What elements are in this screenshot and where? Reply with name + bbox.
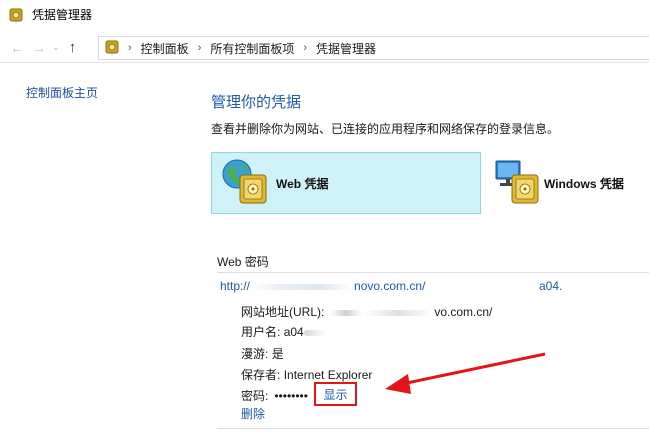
web-passwords-heading: Web 密码 [217,255,269,269]
breadcrumb-all-items[interactable]: 所有控制面板项 [210,40,294,57]
breadcrumb-separator-icon: › [128,42,132,54]
up-arrow-icon[interactable]: ↑ [62,37,84,59]
windows-credentials-label: Windows 凭据 [544,176,624,191]
page-title: 管理你的凭据 [211,94,302,111]
username-row: 用户名: a04 [241,323,326,340]
saved-by-label: 保存者: [241,368,281,382]
show-password-link[interactable]: 显示 [314,382,357,406]
forward-arrow-icon[interactable]: → [28,37,50,59]
redacted-url-part [252,283,353,290]
credential-entry-header[interactable]: http:// novo.com.cn/ [220,279,425,293]
control-panel-icon [105,40,119,57]
username-value: a04 [283,325,304,339]
password-label: 密码: [241,389,269,403]
roaming-row: 漫游: 是 [241,345,284,362]
site-url-label: 网站地址(URL): [241,305,325,319]
redacted-site-part [330,309,363,316]
redacted-site-part-2 [364,309,433,316]
redacted-username-part [303,329,326,336]
web-credentials-tile[interactable]: Web 凭据 [211,152,481,214]
saved-by-row: 保存者: Internet Explorer [241,366,372,383]
entry-user-short: a04. [539,279,563,293]
section-divider-bottom [217,428,649,429]
roaming-value: 是 [271,347,284,361]
windows-credentials-tile[interactable]: Windows 凭据 [490,152,649,214]
breadcrumb-separator-icon: › [197,42,202,54]
saved-by-value: Internet Explorer [283,368,373,382]
windows-credentials-icon [494,157,542,210]
password-value: •••••••• [274,389,308,403]
site-url-row: 网站地址(URL): vo.com.cn/ [241,303,492,320]
entry-url-suffix: novo.com.cn/ [354,279,426,293]
delete-credential-link[interactable]: 删除 [241,405,265,422]
page-description: 查看并删除你为网站、已连接的应用程序和网络保存的登录信息。 [211,122,560,136]
web-credentials-icon [220,157,270,210]
breadcrumb-control-panel[interactable]: 控制面板 [141,40,189,57]
site-url-value: vo.com.cn/ [434,305,493,319]
address-bar[interactable]: › 控制面板 › 所有控制面板项 › 凭据管理器 [98,36,649,60]
navigation-bar: ← → ⌄ ↑ › 控制面板 › 所有控制面板项 › 凭据管理器 [0,33,649,63]
back-arrow-icon[interactable]: ← [6,37,28,59]
breadcrumb-separator-icon: › [303,42,308,54]
web-credentials-label: Web 凭据 [276,176,329,191]
recent-locations-icon[interactable]: ⌄ [52,42,60,53]
password-row: 密码: •••••••• [241,387,308,404]
control-panel-home-link[interactable]: 控制面板主页 [26,84,98,101]
window-title: 凭据管理器 [32,8,93,22]
roaming-label: 漫游: [241,347,269,361]
username-label: 用户名: [241,325,281,339]
title-bar: 凭据管理器 [0,0,649,29]
credential-manager-icon [8,7,24,23]
entry-url-prefix: http:// [220,279,251,293]
section-divider [217,272,649,273]
breadcrumb-credential-manager[interactable]: 凭据管理器 [316,40,376,57]
